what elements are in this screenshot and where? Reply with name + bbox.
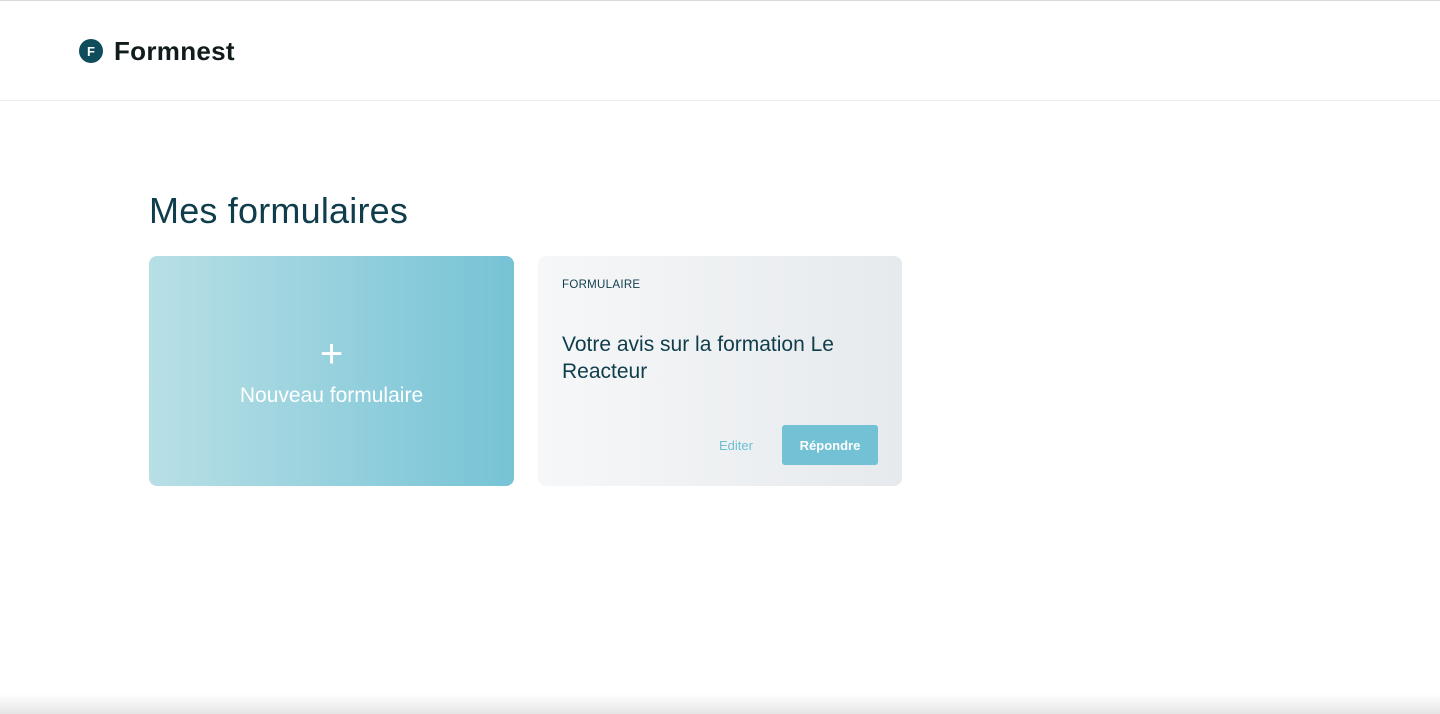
page-title: Mes formulaires	[149, 190, 409, 231]
brand-logo-icon: F	[79, 39, 103, 63]
new-form-label: Nouveau formulaire	[239, 384, 424, 407]
plus-icon: +	[319, 332, 344, 376]
form-title: Votre avis sur la formation Le Reacteur	[562, 333, 834, 383]
brand-logo[interactable]: F Formnest	[79, 35, 235, 66]
form-card: FORMULAIRE Votre avis sur la formation L…	[538, 256, 902, 486]
new-form-card[interactable]: + Nouveau formulaire	[149, 256, 514, 486]
bottom-edge-shadow	[0, 694, 1440, 714]
edit-button[interactable]: Editer	[704, 425, 768, 465]
app-header: F Formnest	[0, 1, 1440, 101]
answer-button[interactable]: Répondre	[782, 425, 878, 465]
brand-name: Formnest	[114, 35, 235, 66]
form-kind-label: FORMULAIRE	[562, 279, 641, 291]
